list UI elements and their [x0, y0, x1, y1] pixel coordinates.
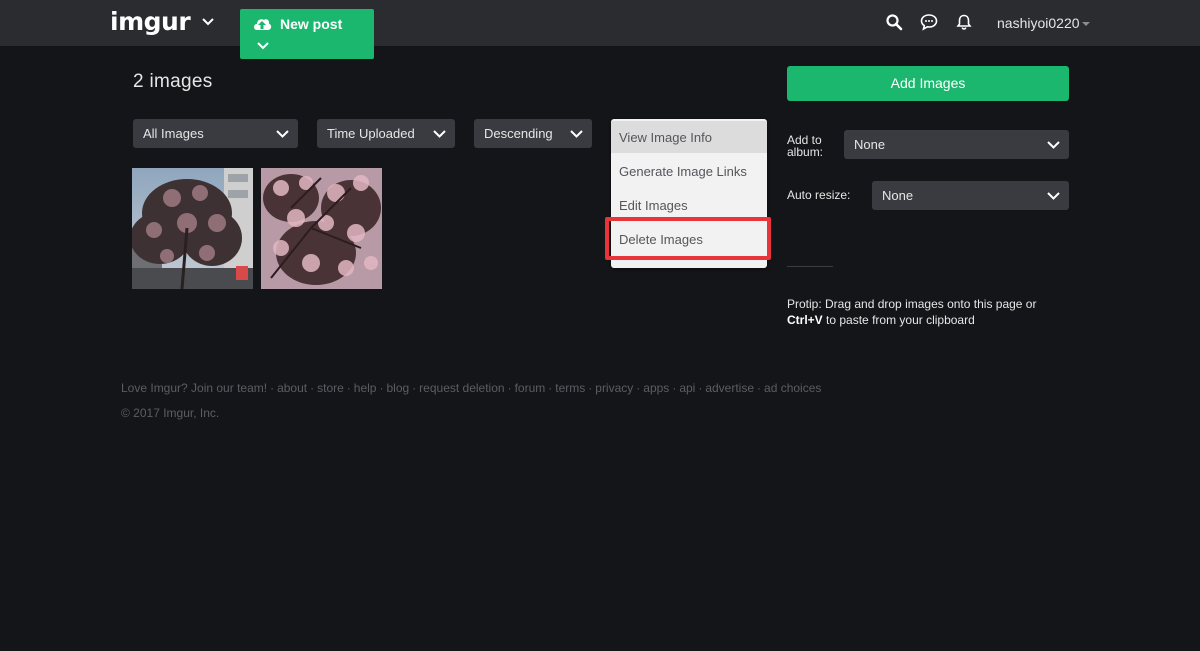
auto-resize-select[interactable]: None [872, 181, 1069, 210]
auto-resize-label: Auto resize: [787, 188, 851, 202]
footer-link-privacy[interactable]: privacy [595, 381, 633, 395]
add-to-album-select[interactable]: None [844, 130, 1069, 159]
filter-all-images-select[interactable]: All Images [133, 119, 298, 148]
footer-separator: · [270, 381, 275, 395]
protip-shortcut: Ctrl+V [787, 313, 823, 327]
select-value: None [854, 137, 886, 152]
bell-icon[interactable] [955, 13, 973, 31]
footer-separator: · [379, 381, 384, 395]
sort-by-select[interactable]: Time Uploaded [317, 119, 455, 148]
add-to-album-label: Add to album: [787, 133, 824, 159]
username-menu[interactable]: nashiyoi0220 [997, 15, 1080, 31]
divider [787, 266, 833, 267]
imgur-logo[interactable]: imgur [110, 7, 191, 36]
footer-link-store[interactable]: store [317, 381, 344, 395]
footer-link-about[interactable]: about [277, 381, 307, 395]
protip-text: Protip: Drag and drop images onto this p… [787, 296, 1057, 328]
chevron-down-icon [433, 130, 446, 138]
cloud-upload-icon [254, 19, 272, 30]
sort-order-select[interactable]: Descending [474, 119, 592, 148]
select-value: Time Uploaded [327, 126, 415, 141]
menu-item-view-image-info[interactable]: View Image Info [611, 121, 767, 153]
image-thumbnail[interactable] [261, 168, 382, 289]
chevron-down-icon[interactable] [200, 14, 216, 30]
footer-link-advertise[interactable]: advertise [705, 381, 754, 395]
add-images-button[interactable]: Add Images [787, 66, 1069, 101]
footer-link-request-deletion[interactable]: request deletion [419, 381, 504, 395]
footer-separator: · [672, 381, 677, 395]
select-value: All Images [143, 126, 204, 141]
footer-copyright: © 2017 Imgur, Inc. [121, 406, 220, 420]
footer-link-blog[interactable]: blog [386, 381, 409, 395]
new-post-label: New post [280, 16, 343, 32]
chevron-down-icon [276, 130, 289, 138]
footer-link-help[interactable]: help [354, 381, 377, 395]
footer-link-apps[interactable]: apps [643, 381, 669, 395]
footer-links: Love Imgur? Join our team! · about · store · h… [121, 381, 821, 395]
footer-link-forum[interactable]: forum [515, 381, 546, 395]
search-icon[interactable] [885, 13, 903, 31]
chat-icon[interactable] [920, 13, 938, 31]
footer-link-api[interactable]: api [679, 381, 695, 395]
chevron-down-icon [1047, 192, 1060, 200]
footer-separator: · [346, 381, 351, 395]
highlight-annotation [605, 217, 771, 260]
caret-down-icon[interactable] [1082, 22, 1090, 26]
image-thumbnail[interactable] [132, 168, 253, 289]
footer-separator: · [588, 381, 593, 395]
protip-suffix: to paste from your clipboard [826, 313, 975, 327]
footer-separator: · [757, 381, 762, 395]
chevron-down-icon[interactable] [256, 39, 270, 53]
chevron-down-icon [1047, 141, 1060, 149]
cherry-blossom-photo [261, 168, 382, 289]
protip-prefix: Protip: Drag and drop images onto this p… [787, 297, 1037, 311]
footer-link-ad-choices[interactable]: ad choices [764, 381, 821, 395]
select-value: None [882, 188, 914, 203]
footer-separator: · [310, 381, 315, 395]
top-nav-bar: imgur New post nashiyoi0220 [0, 0, 1200, 59]
footer-separator: · [636, 381, 641, 395]
footer-link-terms[interactable]: terms [555, 381, 585, 395]
select-value: Descending [484, 126, 553, 141]
menu-item-generate-image-links[interactable]: Generate Image Links [611, 155, 767, 187]
new-post-button[interactable]: New post [240, 9, 374, 59]
footer-separator: · [698, 381, 703, 395]
footer-separator: · [507, 381, 512, 395]
footer-link-love-imgur-join-our-team[interactable]: Love Imgur? Join our team! [121, 381, 267, 395]
image-count-title: 2 images [133, 71, 213, 92]
chevron-down-icon [570, 130, 583, 138]
cherry-tree-photo [132, 168, 253, 289]
footer-separator: · [548, 381, 553, 395]
footer-separator: · [412, 381, 417, 395]
